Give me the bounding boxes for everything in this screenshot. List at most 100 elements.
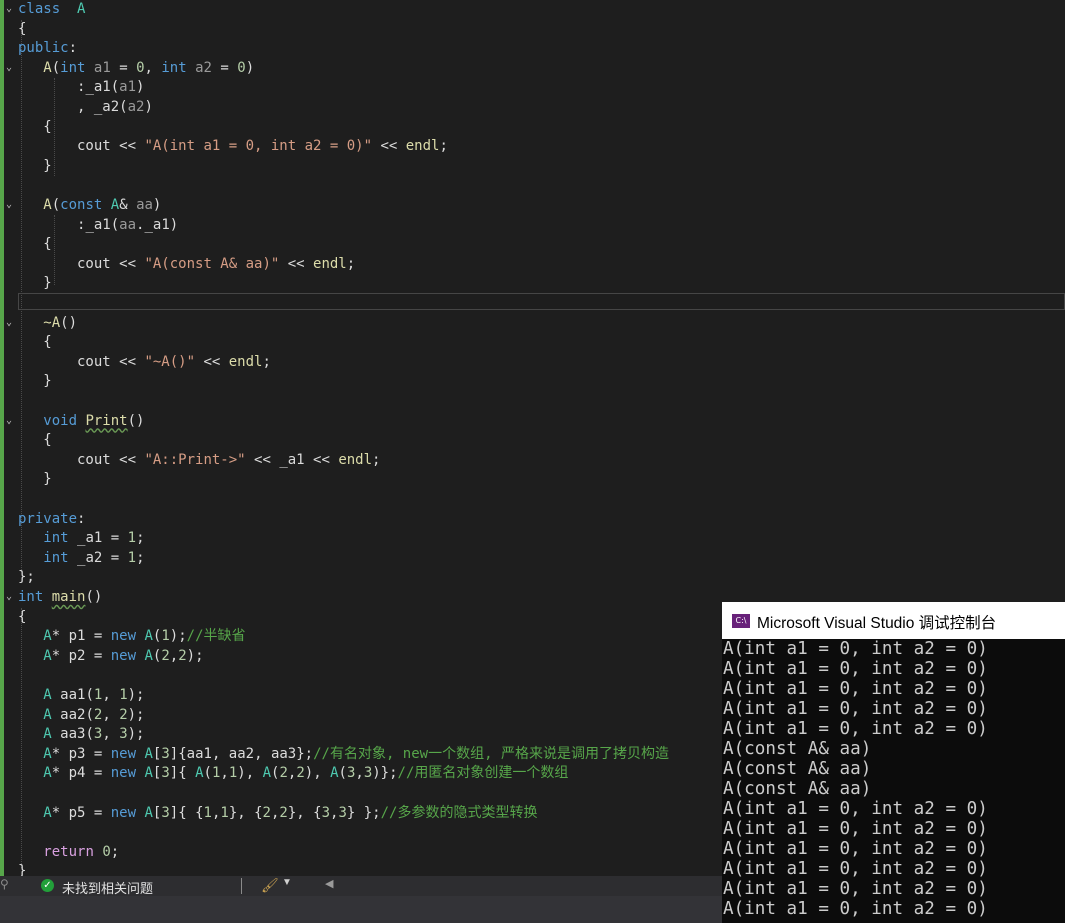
code-line[interactable]: ~A() (18, 314, 77, 334)
code-line[interactable]: { (18, 118, 52, 138)
code-line[interactable]: A aa1(1, 1); (18, 686, 144, 706)
code-line[interactable]: } (18, 372, 52, 392)
code-token: { (18, 118, 52, 135)
code-line[interactable]: :_a1(aa._a1) (18, 216, 178, 236)
code-token: ]{aa1, aa2, aa3}; (169, 745, 314, 762)
code-token: 0 (237, 59, 246, 76)
code-token: A (43, 765, 52, 782)
code-token: int (18, 589, 44, 605)
code-token: : (77, 510, 86, 527)
code-token: public (18, 40, 69, 57)
code-line[interactable]: } (18, 274, 51, 294)
code-line[interactable]: A* p2 = new A(2,2); (18, 647, 203, 667)
code-token: endl (338, 451, 373, 468)
code-token: } (18, 373, 52, 390)
code-line[interactable]: A* p5 = new A[3]{ {1,1}, {2,2}, {3,3} };… (18, 804, 537, 824)
code-line[interactable]: } (18, 470, 51, 490)
code-line[interactable]: A(int a1 = 0, int a2 = 0) (18, 59, 254, 79)
code-token: endl (313, 255, 347, 272)
code-token: new (110, 628, 137, 645)
code-token: a2 (127, 99, 145, 115)
code-line[interactable]: A(const A& aa) (18, 196, 161, 216)
code-line[interactable]: { (18, 431, 51, 451)
chevron-down-icon[interactable]: ▼ (282, 877, 292, 888)
code-token: endl (228, 353, 263, 370)
code-line[interactable]: { (18, 608, 26, 628)
code-token: * (51, 745, 69, 762)
code-token: } (18, 157, 52, 174)
code-token: ); (127, 687, 145, 703)
console-line: A(int a1 = 0, int a2 = 0) (723, 799, 988, 819)
code-line[interactable]: int main() (18, 588, 102, 608)
code-line[interactable]: public: (18, 39, 77, 59)
code-token: << (279, 255, 314, 272)
code-line[interactable]: A aa3(3, 3); (18, 725, 144, 745)
code-line[interactable]: void Print() (18, 412, 144, 432)
code-token: ; (372, 451, 381, 468)
code-token: ); (127, 706, 145, 723)
console-line: A(int a1 = 0, int a2 = 0) (723, 859, 988, 879)
fold-copy-ctor-icon[interactable]: ⌄ (4, 196, 14, 214)
code-line[interactable]: A aa2(2, 2); (18, 706, 144, 726)
fold-dtor-icon[interactable]: ⌄ (4, 314, 14, 332)
console-title-bar[interactable]: C:\ Microsoft Visual Studio 调试控制台 (722, 602, 1065, 639)
code-token: : (18, 79, 86, 96)
code-token: a1 (93, 59, 111, 76)
code-token: main (51, 589, 86, 605)
code-line[interactable]: cout << "A::Print->" << _a1 << endl; (18, 451, 380, 471)
code-line[interactable]: int _a1 = 1; (18, 529, 144, 549)
code-line[interactable]: class A (18, 0, 85, 20)
code-line[interactable]: { (18, 20, 26, 40)
code-line[interactable]: :_a1(a1) (18, 78, 144, 98)
fold-ctor-icon[interactable]: ⌄ (4, 59, 14, 77)
code-token: ) (144, 99, 153, 115)
code-token: _a1 (85, 79, 111, 96)
fold-main-icon[interactable]: ⌄ (4, 588, 14, 606)
lightbulb-icon[interactable]: ⚲ (0, 877, 9, 891)
code-token: p1 (68, 628, 86, 645)
code-token: 3 (161, 765, 170, 782)
fold-class-icon[interactable]: ⌄ (4, 0, 14, 18)
code-token: = (85, 647, 111, 664)
code-line[interactable]: return 0; (18, 843, 119, 863)
code-line[interactable]: cout << "A(int a1 = 0, int a2 = 0)" << e… (18, 137, 448, 157)
change-marker (0, 0, 4, 876)
code-line[interactable]: { (18, 235, 51, 255)
code-token: cout << (18, 353, 145, 370)
code-line[interactable]: private: (18, 510, 85, 530)
code-token: cout << (18, 451, 145, 468)
code-token: A (43, 687, 52, 703)
code-line[interactable]: } (18, 862, 26, 876)
code-line[interactable]: A* p4 = new A[3]{ A(1,1), A(2,2), A(3,3)… (18, 764, 568, 784)
console-line: A(int a1 = 0, int a2 = 0) (723, 899, 988, 919)
code-token: int (161, 59, 187, 76)
code-line[interactable]: A* p3 = new A[3]{aa1, aa2, aa3};//有名对象, … (18, 745, 669, 765)
debug-console-window[interactable]: C:\ Microsoft Visual Studio 调试控制台 A(int … (722, 602, 1065, 923)
code-line[interactable]: }; (18, 568, 35, 588)
horizontal-scrollbar[interactable] (0, 896, 722, 923)
code-line[interactable]: A* p1 = new A(1);//半缺省 (18, 627, 245, 647)
code-token: * (51, 647, 69, 664)
code-token: { (18, 608, 27, 625)
code-line[interactable]: } (18, 157, 52, 177)
issues-status[interactable]: 未找到相关问题 (62, 878, 153, 897)
code-line[interactable]: cout << "A(const A& aa)" << endl; (18, 255, 355, 275)
code-token: << (245, 451, 280, 468)
code-line[interactable]: int _a2 = 1; (18, 549, 144, 569)
code-token: = (102, 530, 128, 547)
scroll-left-icon[interactable]: ◀ (325, 877, 333, 890)
code-token: new (110, 765, 137, 782)
code-line[interactable]: , _a2(a2) (18, 98, 153, 118)
code-line[interactable]: { (18, 333, 51, 353)
code-line[interactable]: cout << "~A()" << endl; (18, 353, 271, 373)
code-token: A (43, 197, 52, 213)
cleanup-brush-icon[interactable]: 🖌 (261, 877, 279, 894)
code-token: private (18, 510, 78, 527)
fold-print-icon[interactable]: ⌄ (4, 412, 14, 430)
code-token: = (85, 628, 111, 645)
